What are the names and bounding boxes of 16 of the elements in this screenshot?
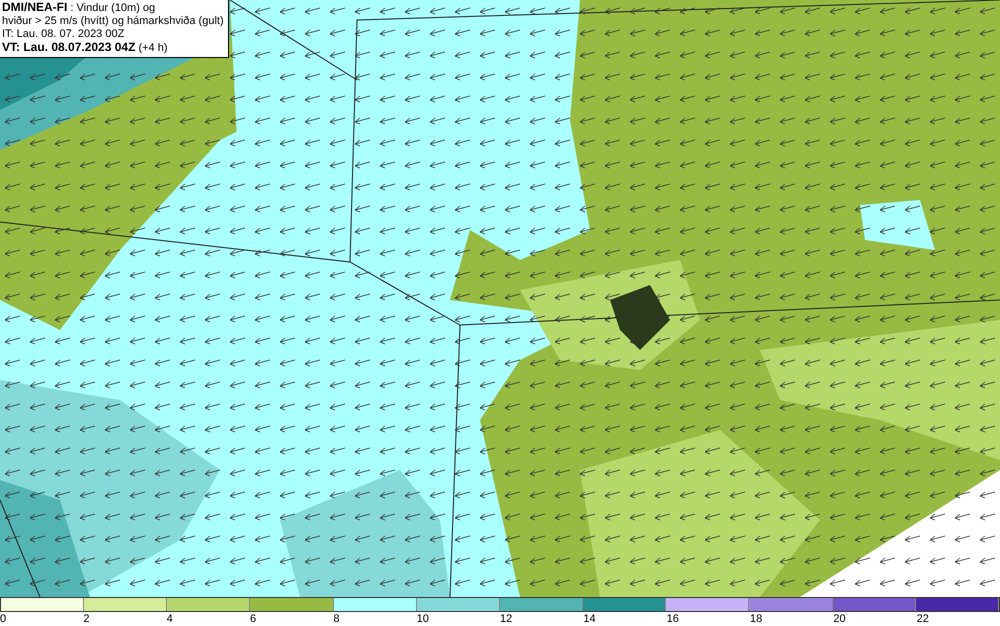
scale-label: 0: [0, 612, 6, 626]
info-text: DMI/NEA-FI : Vindur (10m) og: [2, 1, 156, 15]
scale-label: 12: [500, 612, 512, 626]
scale-label: 10: [416, 612, 429, 626]
scale-label: 4: [166, 612, 173, 626]
info-text: hviður > 25 m/s (hvítt) og hámarkshviða (gult): [2, 15, 225, 28]
info-text: IT: Lau. 08. 07. 2023 00Z: [2, 28, 126, 41]
scale-label: 22: [916, 612, 929, 626]
scale-label: 20: [833, 612, 846, 626]
scale-label: 18: [750, 612, 762, 626]
scale-label: 6: [250, 612, 256, 626]
scale-label: 2: [83, 612, 90, 626]
scale-label: 16: [666, 612, 679, 626]
scale-label: 8: [333, 612, 340, 626]
scale-label: 14: [583, 612, 596, 626]
info-text: VT: Lau. 08.07.2023 04Z (+4 h): [2, 41, 169, 55]
